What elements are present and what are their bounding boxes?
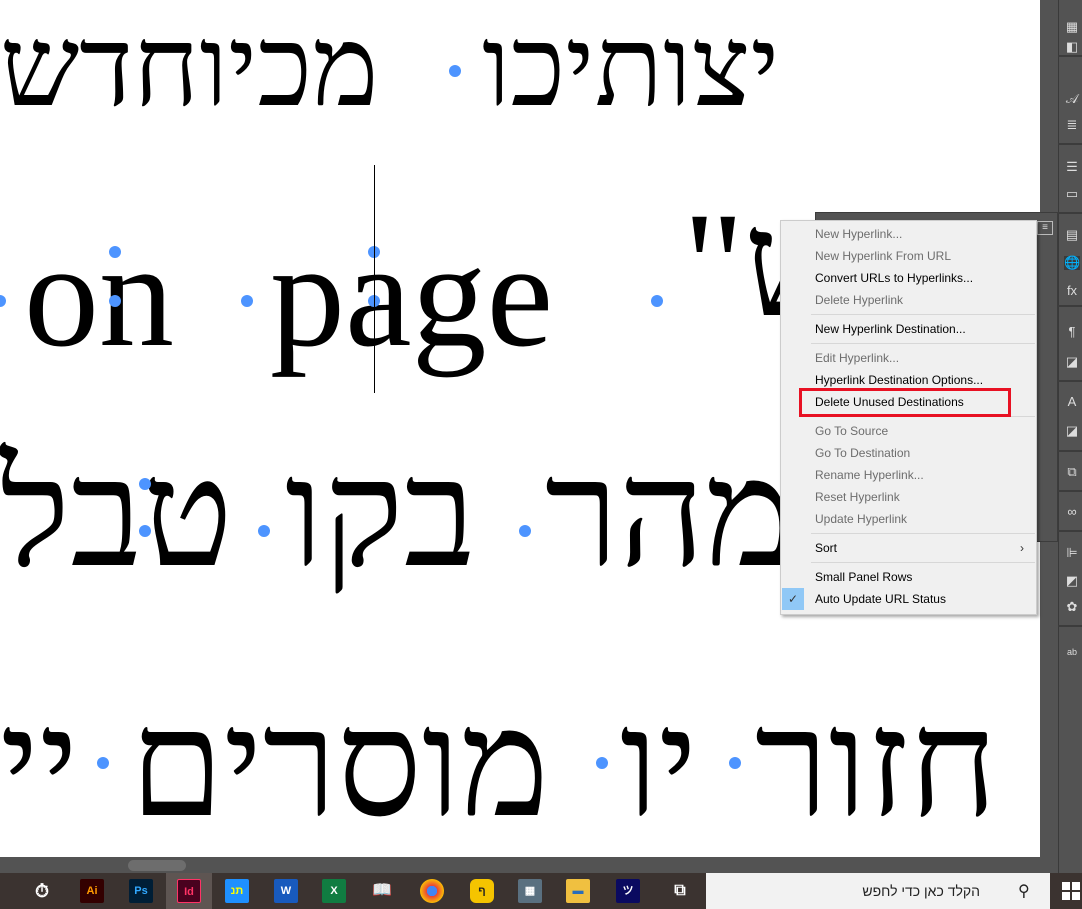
windows-start-icon[interactable] (1062, 882, 1080, 900)
anchor-handle[interactable] (139, 525, 151, 537)
text-frame-options-icon[interactable]: ab (1064, 645, 1080, 659)
menu-item-new-hyperlink-destination[interactable]: New Hyperlink Destination... (781, 318, 1036, 340)
space-marker (729, 757, 741, 769)
divider (1058, 450, 1082, 452)
character-styles-icon[interactable]: 𝒜 (1064, 92, 1080, 106)
checkmark-icon: ✓ (782, 588, 804, 610)
paragraph-icon[interactable]: ¶ (1064, 325, 1080, 339)
calculator-icon[interactable]: ▦ (518, 879, 542, 903)
divider (1058, 143, 1082, 145)
tanakh-app-icon[interactable]: תנ (225, 879, 249, 903)
word-page: page (270, 212, 554, 378)
chrome-icon[interactable] (420, 879, 444, 903)
gradient-icon[interactable]: ▭ (1064, 187, 1080, 201)
hyperlinks-panel-menu: New Hyperlink... New Hyperlink From URL … (780, 220, 1037, 615)
menu-separator (811, 533, 1035, 534)
glyphs-icon[interactable]: ◪ (1064, 424, 1080, 438)
illustrator-icon[interactable]: Ai (80, 879, 104, 903)
book-app-icon[interactable]: 📖 (370, 879, 394, 903)
menu-item-new-hyperlink[interactable]: New Hyperlink... (781, 223, 1036, 245)
search-icon: ⚲ (1018, 883, 1030, 900)
divider (1058, 212, 1082, 214)
paragraph-styles-icon[interactable]: ≣ (1064, 118, 1080, 132)
task-view-icon[interactable]: ⧉ (668, 879, 692, 903)
space-marker (0, 295, 6, 307)
hebrew-word: מכיוחדש (0, 6, 379, 130)
hebrew-word: יי (0, 682, 79, 848)
space-marker (519, 525, 531, 537)
hebrew-word: מהר (545, 432, 794, 598)
divider (1058, 490, 1082, 492)
space-marker (97, 757, 109, 769)
menu-item-update-hyperlink[interactable]: Update Hyperlink (781, 508, 1036, 530)
menu-item-auto-update-url-status[interactable]: ✓ Auto Update URL Status (781, 588, 1036, 610)
indesign-icon[interactable]: Id (177, 879, 201, 903)
divider (1058, 380, 1082, 382)
hebrew-word: יצותיכו (482, 6, 780, 130)
word-icon[interactable]: W (274, 879, 298, 903)
links-icon[interactable]: ∞ (1064, 505, 1080, 519)
anchor-handle[interactable] (139, 478, 151, 490)
panel-menu-icon[interactable]: ≡ (1037, 221, 1053, 235)
cc-libraries-icon[interactable]: ⧉ (1064, 465, 1080, 479)
character-icon[interactable]: A (1064, 395, 1080, 409)
hebrew-word: מוסרים (130, 682, 550, 848)
space-marker (258, 525, 270, 537)
space-marker (449, 65, 461, 77)
scrollbar-thumb[interactable] (128, 860, 186, 871)
menu-separator (811, 314, 1035, 315)
menu-item-sort[interactable]: Sort › (781, 537, 1036, 559)
app-icon[interactable]: ツ (616, 879, 640, 903)
word-on: on (24, 212, 174, 378)
menu-item-new-hyperlink-from-url[interactable]: New Hyperlink From URL (781, 245, 1036, 267)
hebrew-word: בקו (285, 432, 476, 598)
app-icon[interactable]: ף (470, 879, 494, 903)
excel-icon[interactable]: X (322, 879, 346, 903)
text-cursor (374, 165, 375, 393)
stroke-icon[interactable]: ☰ (1064, 160, 1080, 174)
chevron-right-icon: › (1020, 541, 1024, 555)
clock-app-icon[interactable]: ⏱ (30, 879, 54, 903)
anchor-handle[interactable] (109, 246, 121, 258)
space-marker (241, 295, 253, 307)
pages-icon[interactable]: ▦ (1064, 20, 1080, 34)
menu-item-go-to-destination[interactable]: Go To Destination (781, 442, 1036, 464)
space-marker (596, 757, 608, 769)
menu-item-delete-hyperlink[interactable]: Delete Hyperlink (781, 289, 1036, 311)
menu-item-small-panel-rows[interactable]: Small Panel Rows (781, 566, 1036, 588)
divider (1058, 55, 1082, 57)
menu-item-reset-hyperlink[interactable]: Reset Hyperlink (781, 486, 1036, 508)
menu-item-label: Auto Update URL Status (815, 592, 946, 606)
divider (1058, 305, 1082, 307)
divider (1058, 625, 1082, 627)
file-explorer-icon[interactable]: ▬ (566, 879, 590, 903)
effects-icon[interactable]: fx (1064, 284, 1080, 298)
layers-icon[interactable]: ◧ (1064, 40, 1080, 54)
hebrew-word: יו (620, 682, 698, 848)
menu-item-convert-urls[interactable]: Convert URLs to Hyperlinks... (781, 267, 1036, 289)
menu-item-go-to-source[interactable]: Go To Source (781, 420, 1036, 442)
text-wrap-icon[interactable]: ▤ (1064, 228, 1080, 242)
menu-item-rename-hyperlink[interactable]: Rename Hyperlink... (781, 464, 1036, 486)
hebrew-word: חזור (755, 682, 998, 848)
menu-separator (811, 343, 1035, 344)
menu-item-edit-hyperlink[interactable]: Edit Hyperlink... (781, 347, 1036, 369)
photoshop-icon[interactable]: Ps (129, 879, 153, 903)
annotation-highlight-box (799, 388, 1011, 417)
divider (1058, 530, 1082, 532)
pathfinder-icon[interactable]: ◩ (1064, 574, 1080, 588)
anchor-handle[interactable] (109, 295, 121, 307)
swatches-icon[interactable]: ✿ (1064, 600, 1080, 614)
menu-separator (811, 562, 1035, 563)
taskbar-search-box[interactable]: הקלד כאן כדי לחפש (706, 873, 1050, 909)
menu-item-label: Sort (815, 541, 838, 555)
object-styles-icon[interactable]: ◪ (1064, 355, 1080, 369)
align-icon[interactable]: ⊫ (1064, 546, 1080, 560)
space-marker (651, 295, 663, 307)
hebrew-word: טבל (0, 432, 234, 598)
hyperlinks-icon[interactable]: 🌐 (1064, 256, 1080, 270)
